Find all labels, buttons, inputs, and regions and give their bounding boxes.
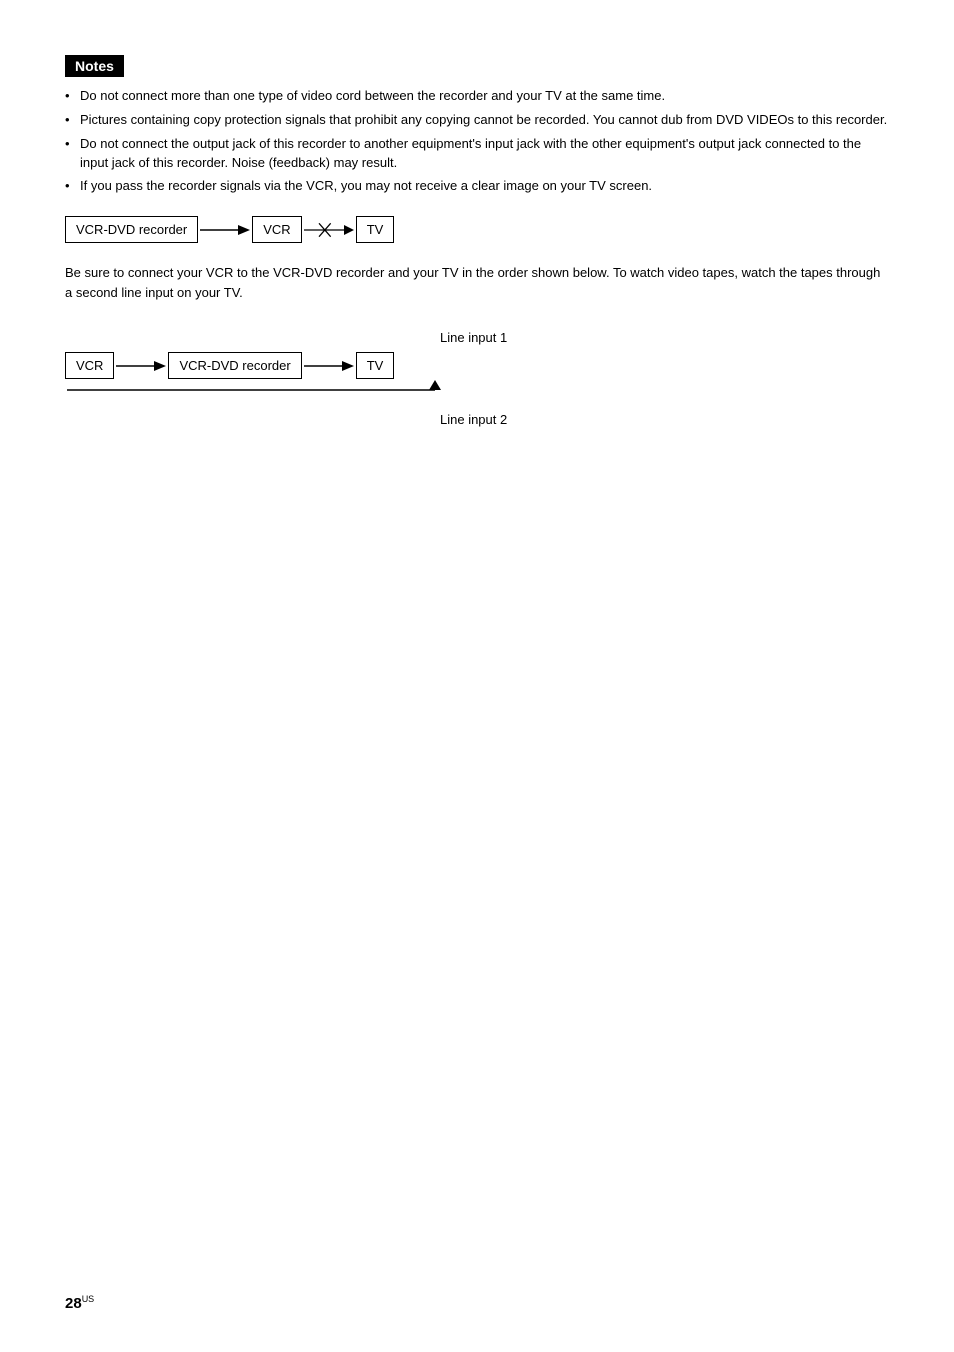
line-input-1-label: Line input 1 xyxy=(440,330,507,345)
diagram1-box1: VCR-DVD recorder xyxy=(65,216,198,243)
description-text: Be sure to connect your VCR to the VCR-D… xyxy=(65,263,889,302)
diagram-2-container: Line input 1 VCR VCR-DVD recorder TV Li xyxy=(65,322,625,452)
diagram2-box1: VCR xyxy=(65,352,114,379)
arrow-right-3-icon xyxy=(304,356,354,376)
line-input-2-svg xyxy=(65,380,485,450)
diagram2-box3: TV xyxy=(356,352,395,379)
list-item: If you pass the recorder signals via the… xyxy=(65,177,889,196)
page-number: 28US xyxy=(65,1294,94,1312)
diagram-2: VCR VCR-DVD recorder TV xyxy=(65,352,394,379)
arrow-cross-icon xyxy=(304,218,354,242)
notes-list: Do not connect more than one type of vid… xyxy=(65,87,889,196)
arrow-right-2-icon xyxy=(116,356,166,376)
diagram1-box2: VCR xyxy=(252,216,301,243)
diagram2-box2: VCR-DVD recorder xyxy=(168,352,301,379)
list-item: Do not connect more than one type of vid… xyxy=(65,87,889,106)
list-item: Pictures containing copy protection sign… xyxy=(65,111,889,130)
notes-header: Notes xyxy=(65,55,124,77)
page-content: Notes Do not connect more than one type … xyxy=(0,0,954,512)
diagram-1: VCR-DVD recorder VCR TV xyxy=(65,216,889,243)
list-item: Do not connect the output jack of this r… xyxy=(65,135,889,173)
arrow-right-icon xyxy=(200,220,250,240)
diagram1-box3: TV xyxy=(356,216,395,243)
